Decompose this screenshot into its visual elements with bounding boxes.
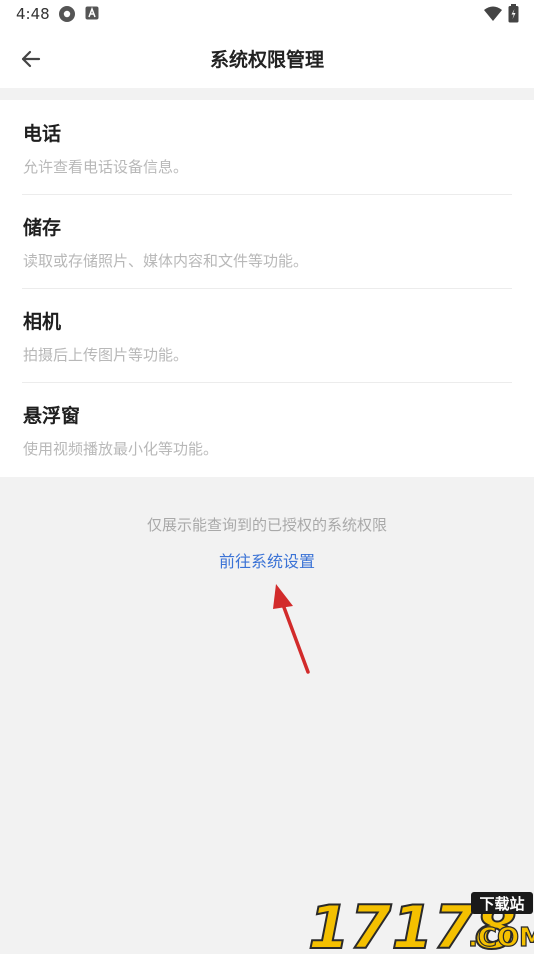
- permission-title: 储存: [23, 217, 62, 239]
- permission-description: 允许查看电话设备信息。: [23, 158, 189, 176]
- settings-icon: [58, 5, 76, 27]
- watermark-domain: .COM: [468, 923, 534, 950]
- watermark-tag: 下载站: [479, 895, 524, 913]
- permission-title: 悬浮窗: [23, 405, 81, 427]
- watermark-logo: 17178 下载站 .COM: [307, 888, 534, 954]
- permission-description: 拍摄后上传图片等功能。: [23, 346, 189, 364]
- page-title: 系统权限管理: [209, 49, 324, 71]
- app-header: 系统权限管理: [0, 28, 534, 88]
- battery-icon: [508, 4, 519, 27]
- section-gap: [0, 88, 534, 100]
- permission-item-camera[interactable]: 相机 拍摄后上传图片等功能。: [22, 288, 512, 382]
- annotation-arrow-icon: [273, 584, 310, 674]
- open-system-settings-link[interactable]: 前往系统设置: [0, 548, 534, 572]
- wifi-icon: [483, 6, 503, 26]
- permission-item-phone[interactable]: 电话 允许查看电话设备信息。: [22, 100, 512, 194]
- permission-title: 电话: [23, 123, 62, 145]
- permission-title: 相机: [23, 311, 62, 333]
- permission-item-storage[interactable]: 储存 读取或存储照片、媒体内容和文件等功能。: [22, 194, 512, 288]
- status-bar: 4:48: [0, 0, 534, 28]
- a-badge-icon: [85, 5, 99, 24]
- permission-description: 读取或存储照片、媒体内容和文件等功能。: [23, 252, 309, 270]
- permission-item-floating-window[interactable]: 悬浮窗 使用视频播放最小化等功能。: [22, 382, 512, 476]
- permission-description: 使用视频播放最小化等功能。: [23, 440, 219, 458]
- footer-note: 仅展示能查询到的已授权的系统权限: [146, 516, 387, 534]
- status-time: 4:48: [16, 5, 50, 23]
- permission-list: 电话 允许查看电话设备信息。 储存 读取或存储照片、媒体内容和文件等功能。 相机…: [0, 100, 534, 477]
